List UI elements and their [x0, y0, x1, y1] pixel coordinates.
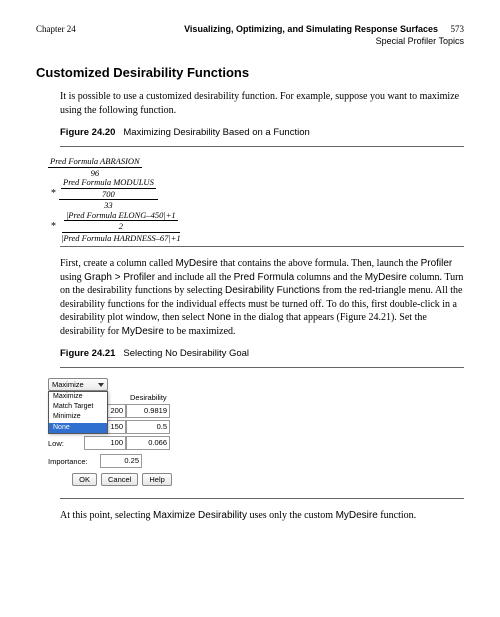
- formula-row2-num: Pred Formula MODULUS: [61, 178, 156, 189]
- term-mydesire: MyDesire: [336, 510, 378, 521]
- figure-rule: [60, 498, 464, 499]
- term-mydesire: MyDesire: [122, 326, 164, 337]
- low-value-input[interactable]: 100: [84, 436, 126, 450]
- page-number: 573: [451, 24, 465, 36]
- goal-option-minimize[interactable]: Minimize: [49, 412, 107, 422]
- figure-caption-24-20: Figure 24.20 Maximizing Desirability Bas…: [60, 127, 464, 138]
- low-desirability-input[interactable]: 0.066: [126, 436, 170, 450]
- section-heading: Customized Desirability Functions: [36, 65, 464, 80]
- chapter-label: Chapter 24: [36, 24, 76, 34]
- term-predformula: Pred Formula: [234, 272, 295, 283]
- figure-rule: [60, 246, 464, 247]
- formula-row2-den: 700: [100, 189, 117, 199]
- page-header: Chapter 24 Visualizing, Optimizing, and …: [36, 24, 464, 47]
- figure-rule: [60, 146, 464, 147]
- figure-caption-24-21: Figure 24.21 Selecting No Desirability G…: [60, 348, 464, 359]
- term-mydesire: MyDesire: [176, 258, 218, 269]
- instruction-paragraph: First, create a column called MyDesire t…: [60, 257, 464, 338]
- term-maximize-desirability: Maximize Desirability: [153, 510, 247, 521]
- goal-dropdown-list: Maximize Match Target Minimize None: [48, 391, 108, 433]
- header-right: Visualizing, Optimizing, and Simulating …: [184, 24, 464, 47]
- term-profiler: Profiler: [421, 258, 453, 269]
- doc-subtitle: Special Profiler Topics: [184, 36, 464, 48]
- formula-row2-over: 33: [102, 200, 115, 210]
- goal-dropdown[interactable]: Maximize: [48, 378, 108, 391]
- closing-paragraph: At this point, selecting Maximize Desira…: [60, 509, 464, 523]
- importance-input[interactable]: 0.25: [100, 454, 142, 468]
- term-mydesire: MyDesire: [365, 272, 407, 283]
- col-desirability-header: Desirability: [126, 393, 170, 402]
- row-low-label: Low:: [48, 439, 84, 448]
- goal-option-match-target[interactable]: Match Target: [49, 402, 107, 412]
- multiply-icon: *: [48, 189, 59, 199]
- high-desirability-input[interactable]: 0.9819: [126, 404, 170, 418]
- formula-row1-num: Pred Formula ABRASION: [48, 157, 142, 168]
- figure-rule: [60, 367, 464, 368]
- figure-label: Figure 24.20: [60, 127, 115, 138]
- goal-option-maximize[interactable]: Maximize: [49, 392, 107, 402]
- formula-row1-den: 96: [89, 168, 102, 178]
- figure-caption-text: Selecting No Desirability Goal: [123, 348, 249, 359]
- figure-caption-text: Maximizing Desirability Based on a Funct…: [123, 127, 309, 138]
- middle-desirability-input[interactable]: 0.5: [126, 420, 170, 434]
- help-button[interactable]: Help: [142, 473, 171, 486]
- goal-selected: Maximize: [52, 380, 84, 389]
- formula-block: Pred Formula ABRASION 96 * Pred Formula …: [48, 157, 464, 242]
- formula-row3-over: 2: [117, 221, 125, 231]
- term-desirability-functions: Desirability Functions: [225, 285, 320, 296]
- term-none: None: [207, 312, 231, 323]
- formula-row3-abs: |Pred Formula ELONG–450|+1: [64, 211, 178, 222]
- page: Chapter 24 Visualizing, Optimizing, and …: [0, 0, 500, 563]
- importance-label: Importance:: [48, 457, 96, 466]
- chevron-down-icon: [98, 383, 104, 387]
- intro-paragraph: It is possible to use a customized desir…: [60, 90, 464, 117]
- cancel-button[interactable]: Cancel: [101, 473, 138, 486]
- formula-row4-abs: |Pred Formula HARDNESS–67|+1: [59, 233, 183, 243]
- desirability-dialog: Maximize Maximize Match Target Minimize …: [48, 378, 196, 486]
- menu-path: Graph > Profiler: [84, 272, 155, 283]
- goal-option-none[interactable]: None: [49, 423, 107, 433]
- ok-button[interactable]: OK: [72, 473, 97, 486]
- figure-label: Figure 24.21: [60, 348, 115, 359]
- multiply-icon: *: [48, 222, 59, 232]
- doc-title: Visualizing, Optimizing, and Simulating …: [184, 24, 438, 34]
